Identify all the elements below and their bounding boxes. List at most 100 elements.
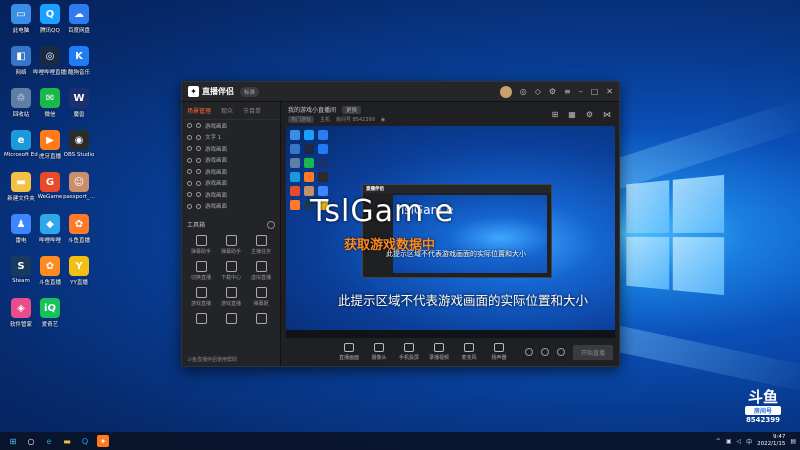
- control-icon: [344, 343, 354, 352]
- app-brand: ✦ 直播伴侣: [188, 86, 234, 97]
- control-icon: [464, 343, 474, 352]
- tool-item[interactable]: 弹幕姬: [246, 287, 276, 307]
- lock-icon[interactable]: [196, 134, 201, 140]
- settings-icon[interactable]: ⚙: [586, 110, 593, 119]
- visibility-icon[interactable]: [187, 134, 192, 140]
- qq-icon[interactable]: Q: [79, 435, 91, 447]
- gift-icon[interactable]: ⊞: [552, 110, 559, 119]
- tool-item[interactable]: 主播任务: [246, 235, 276, 255]
- eye-icon[interactable]: [540, 348, 549, 356]
- tool-item[interactable]: 游戏直播: [186, 287, 216, 307]
- source-control[interactable]: 录播视频: [424, 343, 454, 361]
- scene-item[interactable]: 文字 1: [182, 132, 280, 144]
- desktop-app-icon: ☁: [69, 4, 89, 24]
- source-control[interactable]: 手机投屏: [394, 343, 424, 361]
- visibility-icon[interactable]: [187, 192, 192, 198]
- source-control[interactable]: 麦克风: [454, 343, 484, 361]
- desktop-icon[interactable]: Y YY直播: [62, 256, 96, 286]
- lock-icon[interactable]: [196, 180, 201, 186]
- visibility-icon[interactable]: [187, 203, 192, 209]
- tool-item[interactable]: [186, 313, 216, 326]
- clock[interactable]: 9:47 2022/1/15: [757, 434, 785, 448]
- tool-item[interactable]: 游戏直播: [216, 287, 246, 307]
- category-tag[interactable]: 热门游戏: [288, 116, 315, 123]
- scene-item[interactable]: 游戏画面: [182, 189, 280, 201]
- start-stream-button[interactable]: 开始直播: [572, 344, 613, 360]
- start-icon[interactable]: ⊞: [7, 435, 19, 447]
- source-control[interactable]: 摄像头: [364, 343, 394, 361]
- gear-icon[interactable]: [556, 348, 565, 356]
- volume-icon[interactable]: ◁: [736, 438, 741, 445]
- desktop-app-icon: ✿: [40, 256, 60, 276]
- lock-icon[interactable]: [196, 203, 201, 209]
- change-button[interactable]: 更换: [342, 105, 362, 114]
- close-icon[interactable]: ✕: [606, 87, 613, 96]
- desktop-icon[interactable]: ☺ passport_...: [62, 172, 96, 200]
- scene-item[interactable]: 游戏画面: [182, 155, 280, 167]
- tool-item[interactable]: [246, 313, 276, 326]
- notification-icon[interactable]: ▤: [790, 438, 796, 445]
- lock-icon[interactable]: [196, 123, 201, 129]
- lock-icon[interactable]: [196, 169, 201, 175]
- tool-item[interactable]: 虚拟直播: [246, 261, 276, 281]
- version-badge[interactable]: 标准: [240, 86, 260, 97]
- shirt-icon[interactable]: ◇: [535, 87, 541, 96]
- visibility-icon[interactable]: [187, 157, 192, 163]
- hint-overlay-small: 此提示区域不代表游戏画面的实际位置和大小: [386, 250, 526, 258]
- edge-icon[interactable]: e: [43, 435, 55, 447]
- share-icon[interactable]: ⋈: [603, 110, 611, 119]
- tool-item[interactable]: 切换直播: [186, 261, 216, 281]
- maximize-icon[interactable]: □: [591, 87, 599, 96]
- tool-item[interactable]: 弹幕助手: [216, 235, 246, 255]
- desktop-icon[interactable]: iQ 爱奇艺: [33, 298, 67, 328]
- scene-item[interactable]: 游戏画面: [182, 178, 280, 190]
- ime-icon[interactable]: 中: [746, 437, 752, 446]
- desktop-icon[interactable]: ☁ 百度网盘: [62, 4, 96, 34]
- scene-item[interactable]: 游戏画面: [182, 201, 280, 213]
- chat-icon[interactable]: ◎: [520, 87, 527, 96]
- stream-preview[interactable]: 直播伴侣 TslGam e TslGam e 获取游戏数据中 此提示区域不代表游…: [286, 126, 615, 338]
- tab-scenes[interactable]: 场景管理: [187, 106, 211, 115]
- live-app-icon[interactable]: ✦: [97, 435, 109, 447]
- network-icon[interactable]: ▣: [726, 438, 732, 445]
- scene-label: 游戏画面: [205, 123, 228, 130]
- tool-item[interactable]: 下载中心: [216, 261, 246, 281]
- tab-audience[interactable]: 观众: [221, 106, 233, 115]
- source-control[interactable]: 扬声器: [484, 343, 514, 361]
- avatar[interactable]: [499, 85, 512, 98]
- desktop-icon[interactable]: W 魔兽: [62, 88, 96, 118]
- tool-item[interactable]: [216, 313, 246, 326]
- grid-icon[interactable]: ▦: [568, 110, 576, 119]
- visibility-icon[interactable]: [187, 146, 192, 152]
- tab-programs[interactable]: 节目单: [243, 106, 261, 115]
- desktop-app-icon: ♟: [11, 214, 31, 234]
- visibility-icon[interactable]: [187, 169, 192, 175]
- scene-item[interactable]: 游戏画面: [182, 166, 280, 178]
- desktop-icon[interactable]: K 酷狗音乐: [62, 46, 96, 76]
- search-icon[interactable]: ○: [25, 435, 37, 447]
- lock-icon[interactable]: [196, 157, 201, 163]
- tool-label: 弹幕姬: [253, 301, 269, 307]
- desktop-app-icon: S: [11, 256, 31, 276]
- source-control[interactable]: 直播画面: [334, 343, 364, 361]
- tray-chevron-icon[interactable]: ^: [716, 438, 721, 445]
- lock-icon[interactable]: [196, 146, 201, 152]
- toolbox-more-icon[interactable]: [267, 220, 275, 229]
- visibility-icon[interactable]: [187, 180, 192, 186]
- record-icon[interactable]: [524, 348, 533, 356]
- eye-icon[interactable]: ◉: [381, 117, 385, 123]
- visibility-icon[interactable]: [187, 123, 192, 129]
- file-explorer-icon[interactable]: ▬: [61, 435, 73, 447]
- tool-item[interactable]: 弹幕助手: [186, 235, 216, 255]
- desktop-icon[interactable]: ◉ OBS Studio: [62, 130, 96, 158]
- stream-title[interactable]: 我的游戏小直播间: [288, 105, 336, 114]
- menu-icon[interactable]: ≡: [564, 87, 571, 96]
- minimize-icon[interactable]: –: [579, 87, 583, 96]
- desktop-icon-label: 百度网盘: [67, 28, 90, 34]
- scene-item[interactable]: 游戏画面: [182, 143, 280, 155]
- scene-item[interactable]: 游戏画面: [182, 120, 280, 132]
- lock-icon[interactable]: [196, 192, 201, 198]
- desktop-icon[interactable]: ✿ 斗鱼直播: [62, 214, 96, 244]
- help-link[interactable]: 斗鱼直播伴侣使用帮助: [187, 356, 237, 363]
- settings-icon[interactable]: ⚙: [549, 87, 556, 96]
